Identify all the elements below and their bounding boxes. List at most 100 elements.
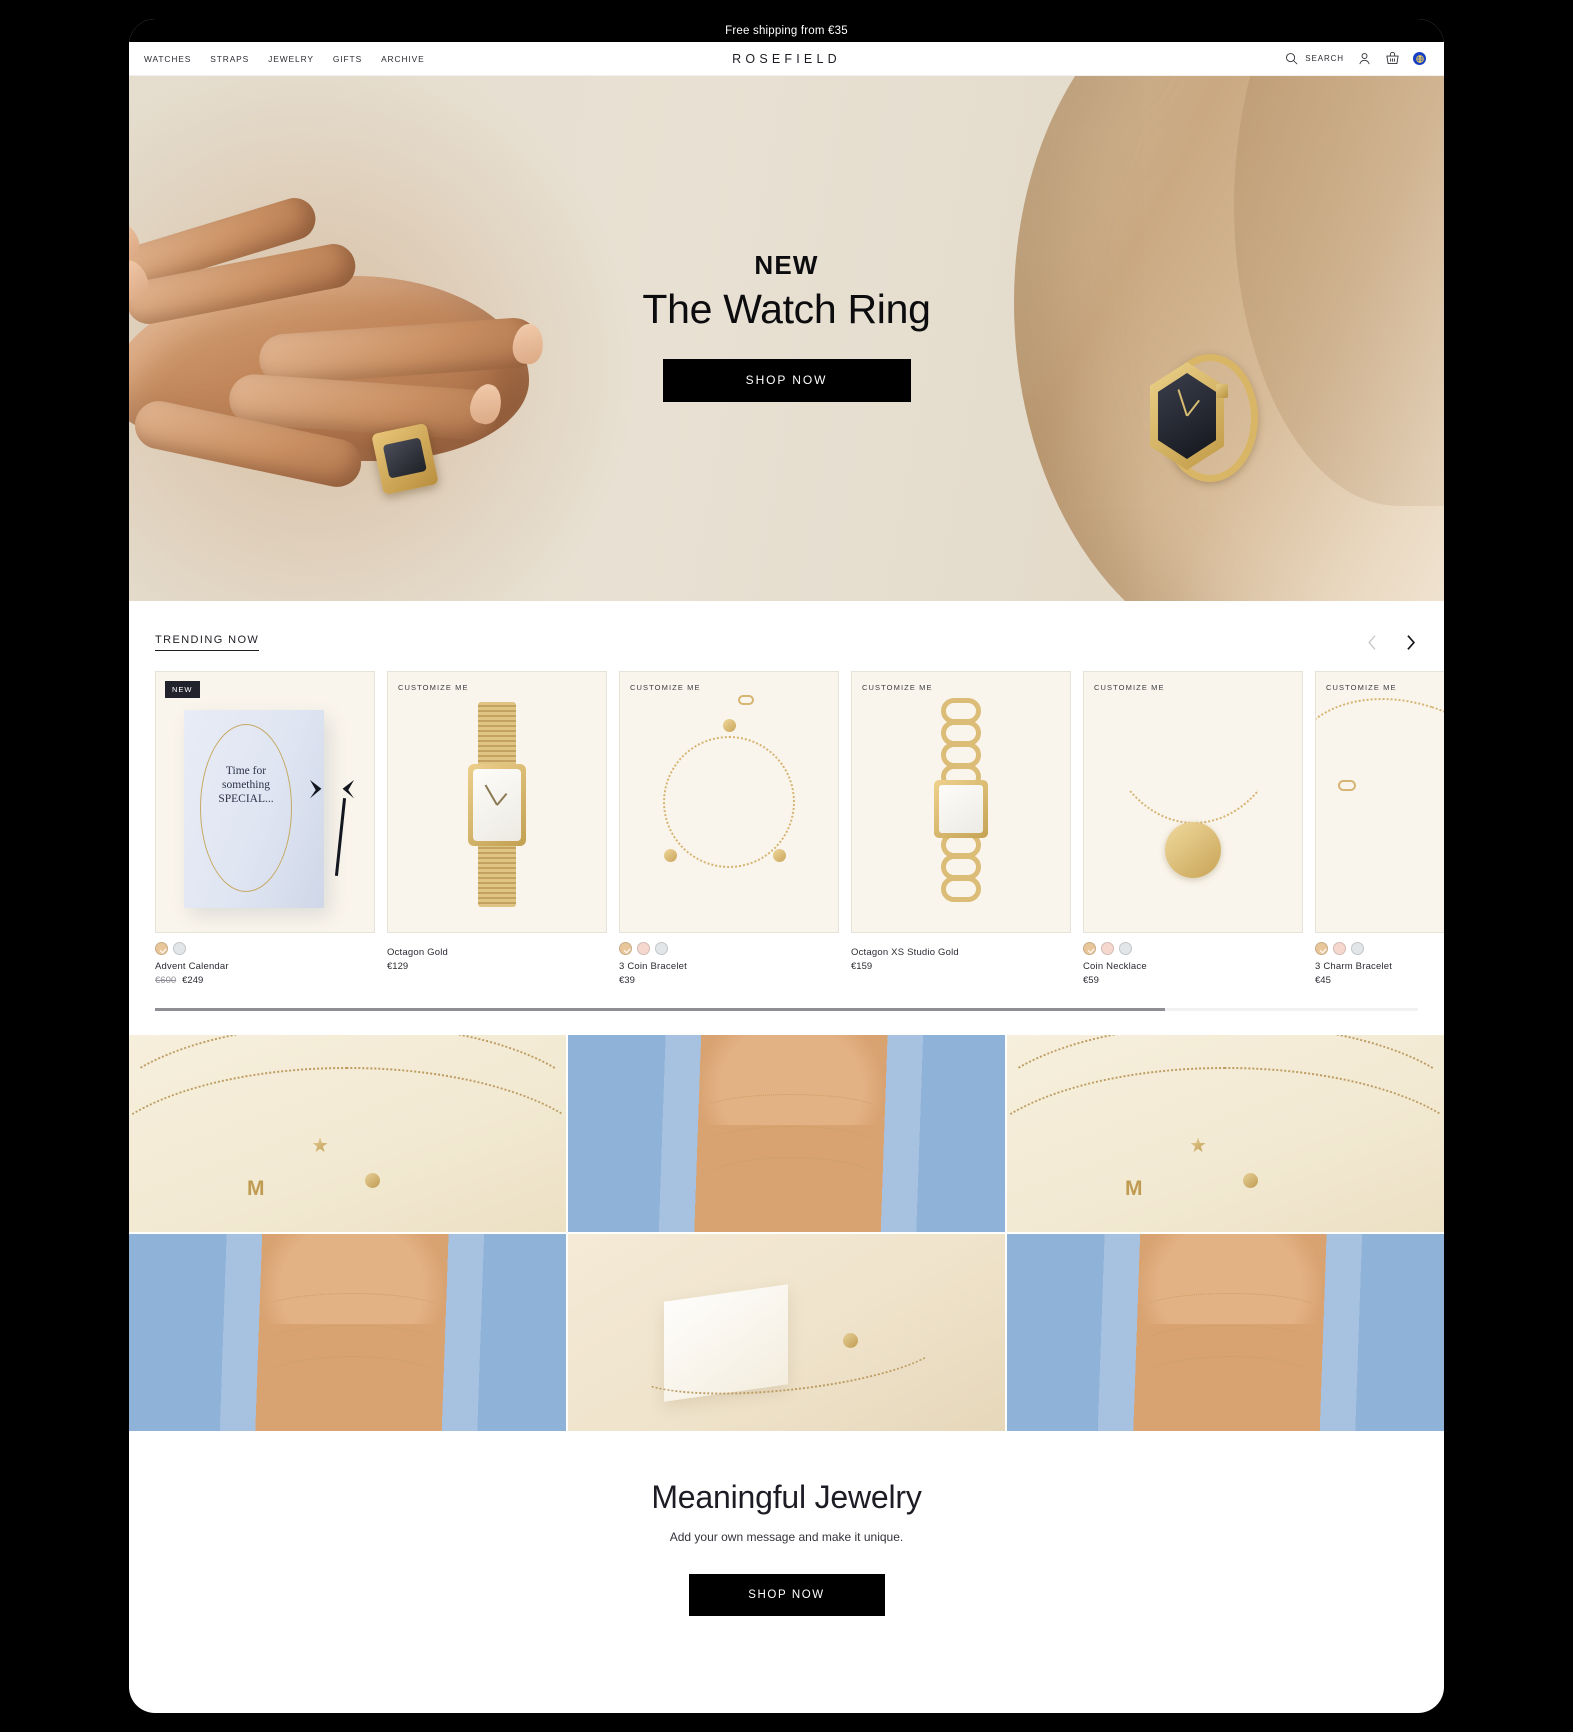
- hero-watch-ring-product: [1144, 344, 1262, 494]
- product-price: €600 €249: [155, 975, 375, 986]
- swatch-gold[interactable]: [155, 942, 168, 955]
- swatch-row: [1083, 942, 1303, 955]
- meaningful-shop-now-button[interactable]: SHOP NOW: [688, 1574, 885, 1616]
- browser-viewport: Free shipping from €35 WATCHES STRAPS JE…: [129, 19, 1444, 1713]
- product-image[interactable]: CUSTOMIZE ME: [619, 671, 839, 933]
- jewelry-image-grid: M M: [129, 1035, 1444, 1431]
- hero-content: NEW The Watch Ring SHOP NOW: [527, 252, 1047, 403]
- swatch-gold[interactable]: [619, 942, 632, 955]
- swatch-gold[interactable]: [1315, 942, 1328, 955]
- device-frame: Free shipping from €35 WATCHES STRAPS JE…: [0, 0, 1573, 1732]
- gallery-tile[interactable]: M: [129, 1035, 566, 1232]
- product-card[interactable]: NEW Time for something SPECIAL... Advent…: [155, 671, 375, 986]
- product-image[interactable]: CUSTOMIZE ME: [851, 671, 1071, 933]
- swatch-rose-gold[interactable]: [1101, 942, 1114, 955]
- product-name: Octagon XS Studio Gold: [851, 947, 959, 958]
- carousel-viewport[interactable]: NEW Time for something SPECIAL... Advent…: [129, 671, 1444, 986]
- octagon-watch-art: [460, 702, 534, 907]
- product-price-current: €39: [619, 975, 635, 986]
- product-card[interactable]: CUSTOMIZE ME Coin Necklace €59: [1083, 671, 1303, 986]
- carousel-next-button[interactable]: [1402, 631, 1418, 653]
- product-price-current: €59: [1083, 975, 1099, 986]
- product-badge-customize: CUSTOMIZE ME: [1094, 683, 1165, 692]
- chevron-right-icon: [1406, 634, 1415, 650]
- product-image[interactable]: CUSTOMIZE ME: [387, 671, 607, 933]
- carousel-scrollbar-track[interactable]: [155, 1008, 1418, 1011]
- product-price-current: €45: [1315, 975, 1331, 986]
- site-header: WATCHES STRAPS JEWELRY GIFTS ARCHIVE ROS…: [129, 42, 1444, 76]
- hero-banner: NEW The Watch Ring SHOP NOW: [129, 76, 1444, 601]
- swatch-row: [619, 942, 839, 955]
- product-card[interactable]: CUSTOMIZE ME Octagon XS Studio Gold €159: [851, 671, 1071, 986]
- meaningful-jewelry-section: Meaningful Jewelry Add your own message …: [129, 1431, 1444, 1672]
- gallery-tile[interactable]: [568, 1035, 1005, 1232]
- nav-item-archive[interactable]: ARCHIVE: [381, 54, 425, 64]
- product-badge-customize: CUSTOMIZE ME: [398, 683, 469, 692]
- locale-globe-icon[interactable]: [1413, 52, 1426, 65]
- meaningful-subtitle: Add your own message and make it unique.: [669, 1530, 904, 1544]
- coin-bracelet-art: [620, 672, 838, 932]
- product-price: €129: [387, 961, 607, 972]
- hero-title: The Watch Ring: [642, 286, 931, 332]
- swatch-silver[interactable]: [173, 942, 186, 955]
- announcement-bar: Free shipping from €35: [129, 19, 1444, 42]
- account-icon[interactable]: [1357, 51, 1372, 66]
- product-badge-customize: CUSTOMIZE ME: [862, 683, 933, 692]
- header-actions: SEARCH: [1284, 51, 1426, 66]
- product-image[interactable]: CUSTOMIZE ME: [1083, 671, 1303, 933]
- main-nav: WATCHES STRAPS JEWELRY GIFTS ARCHIVE: [144, 54, 425, 64]
- carousel-prev-button[interactable]: [1364, 631, 1380, 653]
- swatch-rose-gold[interactable]: [1333, 942, 1346, 955]
- product-name: Octagon Gold: [387, 947, 449, 958]
- swatch-silver[interactable]: [1351, 942, 1364, 955]
- trending-header: TRENDING NOW: [129, 631, 1444, 653]
- product-image[interactable]: CUSTOMIZE ME: [1315, 671, 1444, 933]
- trending-section: TRENDING NOW NEW Time for something SPEC…: [129, 601, 1444, 1011]
- product-image[interactable]: NEW Time for something SPECIAL...: [155, 671, 375, 933]
- octagon-xs-studio-art: [921, 696, 1001, 910]
- search-icon: [1286, 53, 1298, 65]
- product-name: 3 Charm Bracelet: [1315, 961, 1393, 972]
- gallery-tile[interactable]: [129, 1234, 566, 1431]
- brand-logo[interactable]: ROSEFIELD: [732, 52, 841, 66]
- product-card[interactable]: CUSTOMIZE ME 3 Charm Bracelet €45: [1315, 671, 1444, 986]
- swatch-rose-gold[interactable]: [637, 942, 650, 955]
- search-button[interactable]: SEARCH: [1284, 51, 1344, 66]
- gallery-tile[interactable]: M: [1007, 1035, 1444, 1232]
- product-price-old: €600: [155, 975, 177, 986]
- product-name: 3 Coin Bracelet: [619, 961, 687, 972]
- gallery-tile[interactable]: [568, 1234, 1005, 1431]
- product-name: Coin Necklace: [1083, 961, 1147, 972]
- swatch-gold[interactable]: [1083, 942, 1096, 955]
- nav-item-jewelry[interactable]: JEWELRY: [268, 54, 314, 64]
- product-price-current: €249: [182, 975, 204, 986]
- charm-bracelet-art: [1316, 672, 1444, 932]
- product-card[interactable]: CUSTOMIZE ME Octagon Gold €129: [387, 671, 607, 986]
- product-price-current: €129: [387, 961, 409, 972]
- trending-title: TRENDING NOW: [155, 634, 260, 651]
- product-badge-customize: CUSTOMIZE ME: [1326, 683, 1397, 692]
- box-text-line-2: something: [222, 779, 270, 792]
- nav-item-gifts[interactable]: GIFTS: [333, 54, 362, 64]
- swatch-row: [155, 942, 375, 955]
- box-text-line-1: Time for: [225, 765, 267, 777]
- meaningful-title: Meaningful Jewelry: [651, 1479, 922, 1515]
- nav-item-straps[interactable]: STRAPS: [210, 54, 249, 64]
- chevron-left-icon: [1367, 634, 1376, 650]
- product-name: Advent Calendar: [155, 961, 229, 972]
- search-label: SEARCH: [1305, 54, 1344, 63]
- nav-item-watches[interactable]: WATCHES: [144, 54, 191, 64]
- hero-shop-now-button[interactable]: SHOP NOW: [662, 359, 911, 403]
- swatch-silver[interactable]: [655, 942, 668, 955]
- hero-paper-curl: [1014, 76, 1444, 601]
- product-price: €59: [1083, 975, 1303, 986]
- product-card[interactable]: CUSTOMIZE ME 3 Coin Bracelet €39: [619, 671, 839, 986]
- carousel-scrollbar-thumb[interactable]: [155, 1008, 1166, 1011]
- basket-icon[interactable]: [1385, 51, 1400, 66]
- gallery-tile[interactable]: [1007, 1234, 1444, 1431]
- product-price: €159: [851, 961, 1071, 972]
- swatch-silver[interactable]: [1119, 942, 1132, 955]
- box-text-line-3: SPECIAL...: [218, 793, 274, 806]
- advent-calendar-box-art: Time for something SPECIAL...: [184, 710, 354, 908]
- announcement-text: Free shipping from €35: [725, 24, 848, 37]
